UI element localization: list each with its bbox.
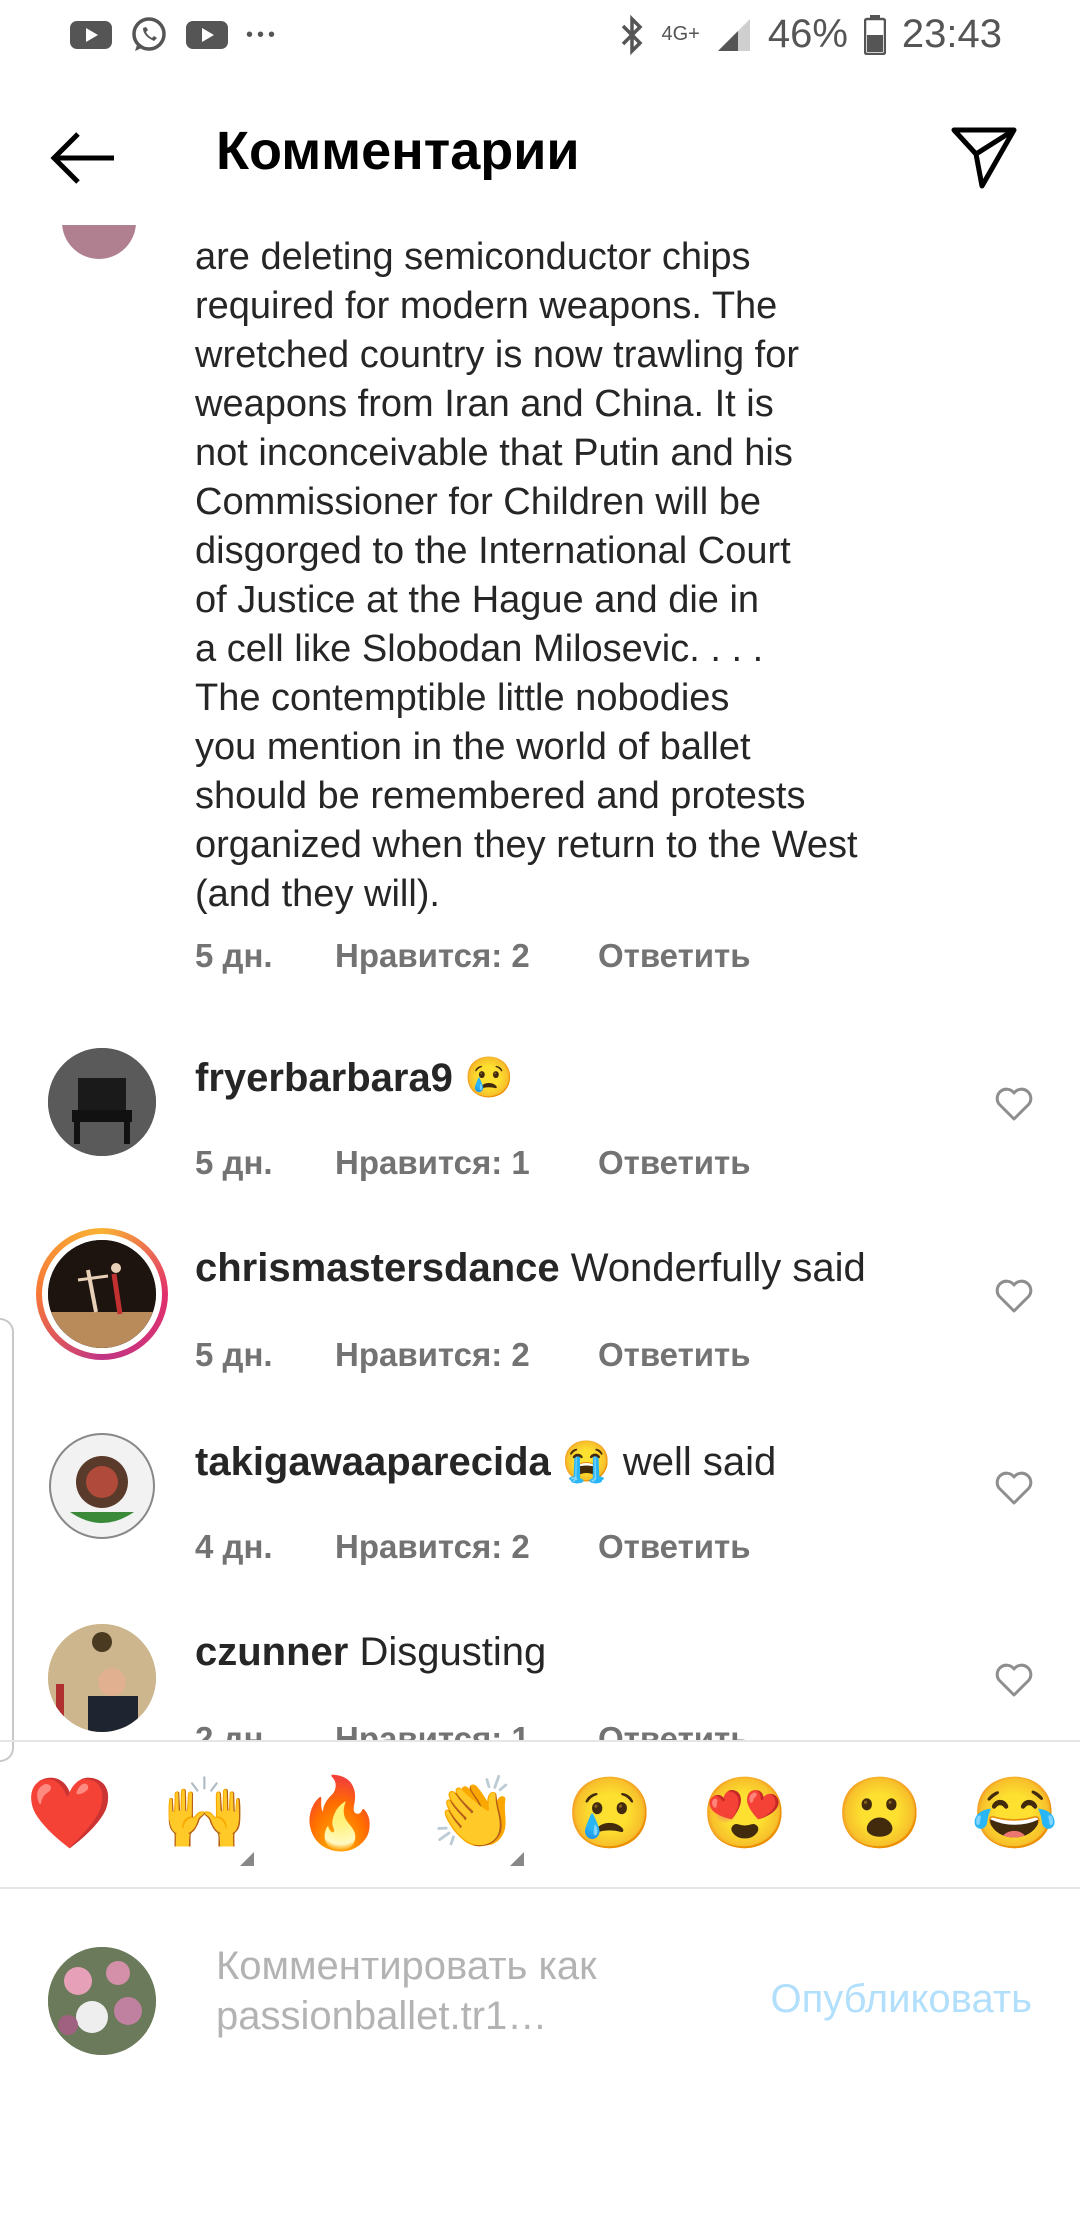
- notification-icons: •••: [70, 16, 279, 54]
- avatar[interactable]: [48, 1240, 156, 1348]
- heart-icon[interactable]: [994, 1278, 1034, 1314]
- comments-list[interactable]: are deleting semiconductor chips require…: [0, 225, 1080, 1740]
- comment-emoji: 😢: [464, 1056, 514, 1100]
- comment-likes[interactable]: Нравится: 2: [335, 1336, 598, 1374]
- comment-likes[interactable]: Нравится: 2: [335, 1528, 598, 1566]
- youtube-icon: [186, 21, 228, 49]
- edge-panel-handle[interactable]: [0, 1318, 14, 1762]
- comment-username[interactable]: chrismastersdance: [195, 1246, 560, 1290]
- reply-button[interactable]: Ответить: [598, 937, 751, 975]
- comment-text: Wonderfully said: [570, 1246, 866, 1290]
- flowers-photo: [48, 1947, 156, 2055]
- reaction-sad-emoji[interactable]: 😢: [566, 1770, 653, 1856]
- reaction-surprised-emoji[interactable]: 😮: [836, 1770, 923, 1856]
- clock: 23:43: [901, 12, 1002, 56]
- emblem-photo: [49, 1433, 155, 1539]
- signal-icon: [717, 18, 750, 51]
- comment-meta: 2 дн. Нравится: 1 Ответить: [195, 1720, 751, 1740]
- publish-button[interactable]: Опубликовать: [770, 1977, 1032, 2022]
- comment-time: 5 дн.: [195, 1144, 273, 1181]
- comment-line: czunner Disgusting: [195, 1630, 546, 1675]
- comment-likes[interactable]: Нравится: 1: [335, 1144, 598, 1182]
- direct-send-icon[interactable]: [948, 120, 1020, 192]
- reaction-heart-eyes-emoji[interactable]: 😍: [701, 1770, 788, 1856]
- comment-emoji: 😭: [561, 1440, 612, 1484]
- system-status: 4G+ 46% 23:43: [619, 12, 1002, 57]
- page-title: Комментарии: [216, 121, 580, 181]
- list-item: czunner Disgusting 2 дн. Нравится: 1 Отв…: [0, 1624, 1080, 1740]
- comment-line: takigawaaparecida 😭 well said: [195, 1438, 776, 1485]
- comment-text: Disgusting: [359, 1630, 547, 1674]
- battery-icon: [863, 14, 886, 55]
- reply-button[interactable]: Ответить: [598, 1336, 751, 1374]
- list-item: takigawaaparecida 😭 well said 4 дн. Нрав…: [0, 1432, 1080, 1622]
- reaction-raised-hands-emoji[interactable]: 🙌: [161, 1770, 248, 1856]
- avatar[interactable]: [48, 1624, 156, 1732]
- back-arrow-icon[interactable]: [48, 128, 118, 188]
- comment-username[interactable]: fryerbarbara9: [195, 1056, 453, 1100]
- screen: ••• 4G+ 46% 23:43 Комментарии are deleti…: [0, 0, 1080, 2220]
- emoji-reaction-bar: ❤️ 🙌 🔥 👏 😢 😍 😮 😂: [0, 1740, 1080, 1889]
- youtube-icon: [70, 21, 112, 49]
- reaction-clap-emoji[interactable]: 👏: [431, 1770, 518, 1856]
- comment-composer: Комментировать как passionballet.tr1… Оп…: [0, 1887, 1080, 2055]
- skin-tone-indicator: [510, 1852, 524, 1866]
- own-avatar: [48, 1947, 156, 2055]
- heart-icon[interactable]: [994, 1470, 1034, 1506]
- app-header: Комментарии: [0, 98, 1080, 218]
- reply-button[interactable]: Ответить: [598, 1528, 751, 1566]
- whatsapp-icon: [132, 17, 166, 51]
- comment-likes[interactable]: Нравится: 1: [335, 1720, 598, 1740]
- list-item: chrismastersdance Wonderfully said 5 дн.…: [0, 1228, 1080, 1430]
- avatar[interactable]: [48, 1048, 156, 1156]
- comment-time: 4 дн.: [195, 1528, 273, 1565]
- reply-button[interactable]: Ответить: [598, 1720, 751, 1740]
- story-ring[interactable]: [36, 1228, 168, 1360]
- more-dots-icon: •••: [246, 24, 280, 46]
- heart-icon[interactable]: [994, 1086, 1034, 1122]
- comment-time: 5 дн.: [195, 937, 273, 974]
- chair-photo: [48, 1048, 156, 1156]
- comment-time: 5 дн.: [195, 1336, 273, 1373]
- comment-meta: 5 дн. Нравится: 2 Ответить: [195, 1336, 751, 1374]
- status-bar: ••• 4G+ 46% 23:43: [0, 0, 1080, 72]
- skin-tone-indicator: [240, 1852, 254, 1866]
- comment-text: are deleting semiconductor chips require…: [195, 236, 858, 915]
- avatar[interactable]: [62, 225, 136, 259]
- comment-likes[interactable]: Нравится: 2: [335, 937, 598, 975]
- comment-input[interactable]: Комментировать как passionballet.tr1…: [216, 1941, 656, 2041]
- comment-meta: 4 дн. Нравится: 2 Ответить: [195, 1528, 751, 1566]
- portrait-photo: [48, 1624, 156, 1732]
- battery-percent: 46%: [767, 12, 848, 56]
- dance-photo: [48, 1240, 156, 1348]
- reaction-fire-emoji[interactable]: 🔥: [296, 1770, 383, 1856]
- comment-line: fryerbarbara9 😢: [195, 1054, 514, 1101]
- heart-icon[interactable]: [994, 1662, 1034, 1698]
- comment-meta: 5 дн. Нравится: 1 Ответить: [195, 1144, 751, 1182]
- reaction-heart-emoji[interactable]: ❤️: [26, 1770, 113, 1856]
- comment-meta: 5 дн. Нравится: 2 Ответить: [195, 937, 751, 975]
- list-item: fryerbarbara9 😢 5 дн. Нравится: 1 Ответи…: [0, 1048, 1080, 1238]
- bluetooth-icon: [622, 14, 643, 55]
- comment-username[interactable]: takigawaaparecida: [195, 1440, 551, 1484]
- reaction-laughing-emoji[interactable]: 😂: [971, 1770, 1058, 1856]
- avatar[interactable]: [48, 1432, 156, 1540]
- comment-username[interactable]: czunner: [195, 1630, 348, 1674]
- comment-text: well said: [622, 1440, 777, 1484]
- reply-button[interactable]: Ответить: [598, 1144, 751, 1182]
- comment-time: 2 дн.: [195, 1720, 273, 1740]
- network-type: 4G+: [661, 23, 700, 45]
- comment-line: chrismastersdance Wonderfully said: [195, 1246, 866, 1291]
